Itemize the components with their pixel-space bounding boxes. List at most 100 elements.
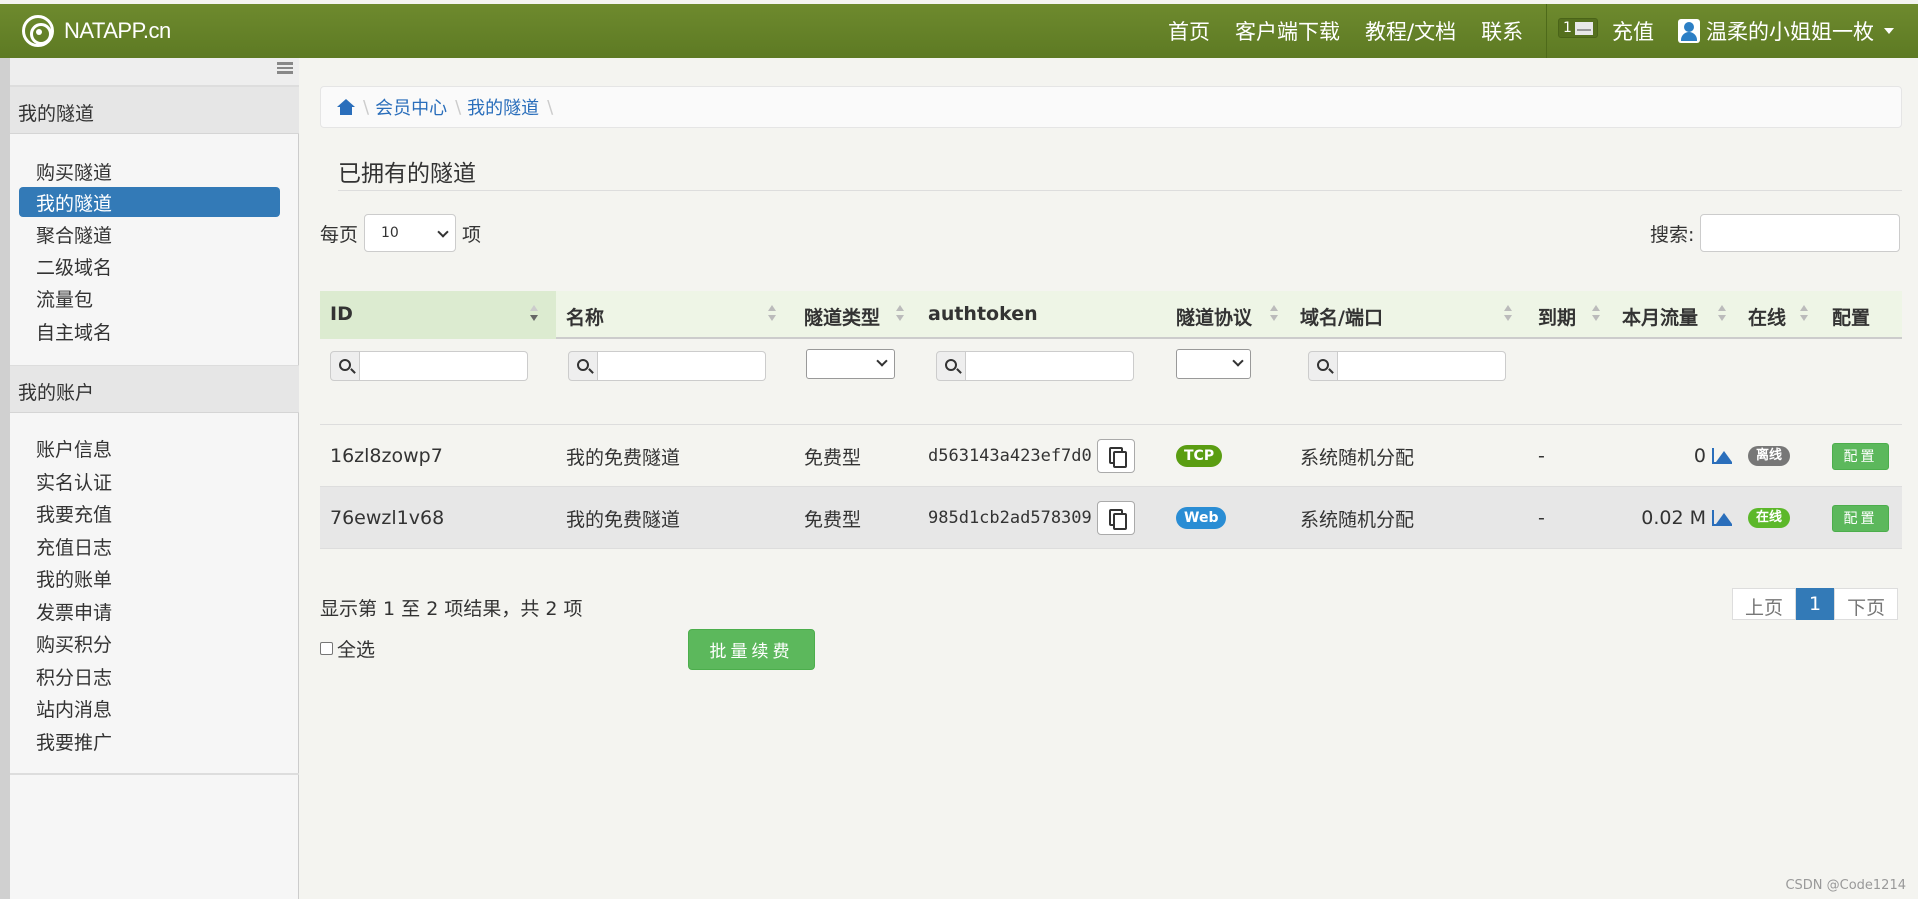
sidebar-item-recharge-log[interactable]: 充值日志 — [19, 531, 280, 561]
search-icon — [1317, 359, 1329, 371]
page-1-button[interactable]: 1 — [1796, 588, 1835, 620]
th-authtoken: authtoken — [918, 291, 1166, 339]
cell-expire: - — [1538, 445, 1545, 467]
th-name[interactable]: 名称 — [556, 291, 794, 339]
sort-icon — [1504, 305, 1512, 325]
filter-id — [330, 351, 528, 381]
sort-icon — [1718, 305, 1726, 325]
status-badge: 在线 — [1748, 508, 1791, 528]
sidebar-section-tunnels: 我的隧道 — [10, 86, 299, 134]
sidebar-item-promote[interactable]: 我要推广 — [19, 726, 280, 756]
main-content: \ 会员中心 \ 我的隧道 \ 已拥有的隧道 每页 10 项 搜索: ID 名称… — [300, 58, 1918, 899]
config-button[interactable]: 配置 — [1832, 504, 1889, 532]
user-menu[interactable]: 温柔的小姐姐一枚 — [1678, 4, 1894, 58]
th-expire-label: 到期 — [1538, 307, 1577, 329]
th-expire[interactable]: 到期 — [1528, 291, 1612, 339]
sort-icon — [1800, 305, 1808, 325]
search-label: 搜索: — [1650, 223, 1695, 246]
cell-online: 在线 — [1738, 487, 1791, 549]
select-all: 全选 — [320, 635, 375, 662]
mail-button[interactable]: 1 — [1558, 18, 1598, 38]
sidebar-item-buy-tunnel[interactable]: 购买隧道 — [19, 156, 280, 186]
breadcrumb-my-tunnels[interactable]: 我的隧道 — [467, 94, 539, 120]
cell-protocol: TCP — [1166, 425, 1223, 487]
sidebar-item-aggregate-tunnel[interactable]: 聚合隧道 — [19, 219, 280, 249]
sidebar-item-invoice[interactable]: 发票申请 — [19, 596, 280, 626]
th-type[interactable]: 隧道类型 — [794, 291, 918, 339]
sidebar-item-traffic-pack[interactable]: 流量包 — [19, 283, 280, 313]
watermark: CSDN @Code1214 — [1785, 878, 1906, 893]
chevron-down-icon — [1232, 355, 1244, 367]
cell-domain: 系统随机分配 — [1300, 446, 1415, 469]
title-divider — [338, 190, 1902, 191]
per-page-label: 每页 — [320, 223, 359, 246]
prev-page-button[interactable]: 上页 — [1732, 588, 1797, 620]
filter-domain-input[interactable] — [1338, 351, 1506, 381]
brand[interactable]: NATAPP.cn — [22, 14, 171, 48]
mail-badge: 1 — [1558, 18, 1598, 38]
search-input[interactable] — [1700, 214, 1901, 252]
th-online[interactable]: 在线 — [1738, 291, 1822, 339]
filter-name-input[interactable] — [598, 351, 766, 381]
th-traffic[interactable]: 本月流量 — [1612, 291, 1738, 339]
copy-icon[interactable] — [1096, 439, 1135, 473]
filter-name — [568, 351, 766, 381]
nav-links: 首页 客户端下载 教程/文档 联系 — [1168, 4, 1548, 58]
filter-authtoken-input[interactable] — [966, 351, 1134, 381]
breadcrumb: \ 会员中心 \ 我的隧道 \ — [320, 86, 1902, 128]
protocol-badge: Web — [1176, 507, 1227, 529]
sidebar-divider — [10, 773, 299, 775]
sidebar-item-messages[interactable]: 站内消息 — [19, 693, 280, 723]
authtoken-value: d563143a423ef7d0 — [928, 446, 1092, 466]
th-domain[interactable]: 域名/端口 — [1290, 291, 1528, 339]
next-page-button[interactable]: 下页 — [1834, 588, 1899, 620]
th-protocol[interactable]: 隧道协议 — [1166, 291, 1290, 339]
config-button[interactable]: 配置 — [1832, 442, 1889, 470]
sidebar-item-bills[interactable]: 我的账单 — [19, 563, 280, 593]
sidebar-toggle[interactable] — [10, 58, 299, 86]
nav-download[interactable]: 客户端下载 — [1235, 16, 1340, 46]
home-icon[interactable] — [337, 99, 355, 115]
table-header: ID 名称 隧道类型 authtoken 隧道协议 域名/端口 到期 本月流量 … — [320, 291, 1902, 339]
sidebar-item-custom-domain[interactable]: 自主域名 — [19, 316, 280, 346]
nav-contact[interactable]: 联系 — [1481, 16, 1523, 46]
filter-addon — [1308, 351, 1338, 381]
nav-docs[interactable]: 教程/文档 — [1365, 16, 1456, 46]
sidebar-item-subdomain[interactable]: 二级域名 — [19, 251, 280, 281]
per-page-select[interactable]: 10 — [364, 214, 457, 252]
sidebar-item-buy-points[interactable]: 购买积分 — [19, 628, 280, 658]
per-page-unit: 项 — [462, 223, 482, 246]
per-page-control: 每页 10 项 — [320, 214, 481, 252]
user-icon — [1678, 19, 1700, 43]
th-online-label: 在线 — [1748, 307, 1787, 329]
sidebar-item-account-info[interactable]: 账户信息 — [19, 433, 280, 463]
sidebar-item-my-tunnels[interactable]: 我的隧道 — [19, 187, 280, 217]
sidebar-item-recharge[interactable]: 我要充值 — [19, 498, 280, 528]
sidebar-item-points-log[interactable]: 积分日志 — [19, 661, 280, 691]
protocol-badge: TCP — [1176, 445, 1223, 467]
chevron-down-icon — [876, 355, 888, 367]
cell-expire: - — [1538, 507, 1545, 529]
copy-icon[interactable] — [1096, 501, 1135, 535]
nav-charge[interactable]: 充值 — [1612, 4, 1654, 58]
filter-type-select[interactable] — [806, 349, 895, 379]
nav-home[interactable]: 首页 — [1168, 16, 1210, 46]
th-id[interactable]: ID — [320, 291, 556, 339]
batch-renew-button[interactable]: 批量续费 — [688, 629, 815, 670]
area-chart-icon[interactable] — [1712, 448, 1732, 464]
sidebar-item-verification[interactable]: 实名认证 — [19, 466, 280, 496]
traffic-value: 0 — [1693, 445, 1706, 467]
filter-protocol-select[interactable] — [1176, 349, 1251, 379]
top-navbar: NATAPP.cn 首页 客户端下载 教程/文档 联系 1 充值 温柔的小姐姐一… — [0, 4, 1918, 58]
area-chart-icon[interactable] — [1712, 510, 1732, 526]
cell-traffic: 0 — [1612, 425, 1738, 487]
cell-id: 16zl8zowp7 — [330, 445, 443, 467]
filter-id-input[interactable] — [360, 351, 528, 381]
select-all-checkbox[interactable] — [320, 642, 333, 655]
cell-type: 免费型 — [804, 508, 862, 531]
sort-icon — [1592, 305, 1600, 325]
search-icon — [577, 359, 589, 371]
brand-name: NATAPP.cn — [64, 18, 171, 43]
breadcrumb-member-center[interactable]: 会员中心 — [375, 94, 447, 120]
menu-toggle-icon — [277, 62, 293, 74]
